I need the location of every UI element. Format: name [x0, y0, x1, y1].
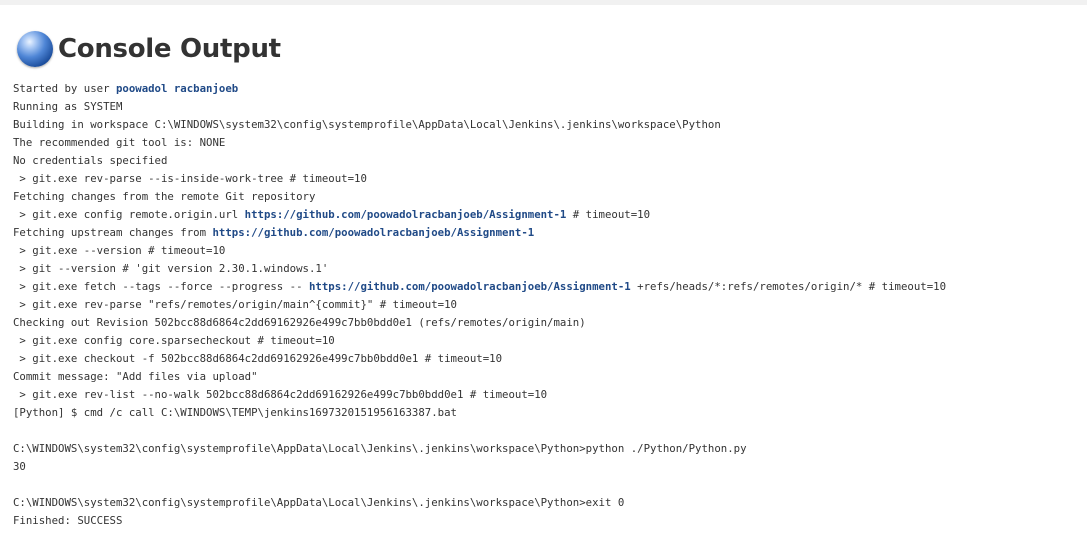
console-text: > git.exe rev-parse "refs/remotes/origin…: [13, 298, 457, 311]
console-text: The recommended git tool is: NONE: [13, 136, 226, 149]
console-text: Fetching upstream changes from: [13, 226, 213, 239]
console-line: > git --version # 'git version 2.30.1.wi…: [13, 260, 946, 278]
console-text: Running as SYSTEM: [13, 100, 123, 113]
console-link[interactable]: https://github.com/poowadolracbanjoeb/As…: [245, 208, 567, 221]
console-line: > git.exe config core.sparsecheckout # t…: [13, 332, 946, 350]
console-text: 30: [13, 460, 26, 473]
console-text: C:\WINDOWS\system32\config\systemprofile…: [13, 496, 625, 509]
console-text: Building in workspace C:\WINDOWS\system3…: [13, 118, 721, 131]
console-line: > git.exe config remote.origin.url https…: [13, 206, 946, 224]
console-link[interactable]: poowadol racbanjoeb: [116, 82, 238, 95]
console-text: > git.exe checkout -f 502bcc88d6864c2dd6…: [13, 352, 503, 365]
console-line: Building in workspace C:\WINDOWS\system3…: [13, 116, 946, 134]
console-line: > git.exe rev-list --no-walk 502bcc88d68…: [13, 386, 946, 404]
console-text: > git.exe fetch --tags --force --progres…: [13, 280, 309, 293]
console-text: Finished: SUCCESS: [13, 514, 123, 527]
console-text: Started by user: [13, 82, 116, 95]
console-line: Commit message: "Add files via upload": [13, 368, 946, 386]
console-line: Started by user poowadol racbanjoeb: [13, 80, 946, 98]
console-line: The recommended git tool is: NONE: [13, 134, 946, 152]
console-text: > git.exe rev-list --no-walk 502bcc88d68…: [13, 388, 548, 401]
console-line: > git.exe rev-parse "refs/remotes/origin…: [13, 296, 946, 314]
console-text: Checking out Revision 502bcc88d6864c2dd6…: [13, 316, 586, 329]
console-text: No credentials specified: [13, 154, 168, 167]
console-line: C:\WINDOWS\system32\config\systemprofile…: [13, 440, 946, 458]
console-text: > git --version # 'git version 2.30.1.wi…: [13, 262, 329, 275]
console-line: > git.exe fetch --tags --force --progres…: [13, 278, 946, 296]
console-line: > git.exe --version # timeout=10: [13, 242, 946, 260]
console-line: Finished: SUCCESS: [13, 512, 946, 530]
console-text: Fetching changes from the remote Git rep…: [13, 190, 316, 203]
page-title: Console Output: [58, 34, 281, 64]
console-line: > git.exe checkout -f 502bcc88d6864c2dd6…: [13, 350, 946, 368]
console-line: 30: [13, 458, 946, 476]
console-text: > git.exe rev-parse --is-inside-work-tre…: [13, 172, 367, 185]
console-line: C:\WINDOWS\system32\config\systemprofile…: [13, 494, 946, 512]
console-line: Running as SYSTEM: [13, 98, 946, 116]
console-text: Commit message: "Add files via upload": [13, 370, 258, 383]
console-text: > git.exe config core.sparsecheckout # t…: [13, 334, 335, 347]
console-line: No credentials specified: [13, 152, 946, 170]
console-text: > git.exe config remote.origin.url: [13, 208, 245, 221]
console-line: Checking out Revision 502bcc88d6864c2dd6…: [13, 314, 946, 332]
console-line: Fetching upstream changes from https://g…: [13, 224, 946, 242]
top-bar: [0, 0, 1087, 5]
console-line: > git.exe rev-parse --is-inside-work-tre…: [13, 170, 946, 188]
console-link[interactable]: https://github.com/poowadolracbanjoeb/As…: [309, 280, 631, 293]
console-text: # timeout=10: [566, 208, 651, 221]
console-line: Fetching changes from the remote Git rep…: [13, 188, 946, 206]
console-link[interactable]: https://github.com/poowadolracbanjoeb/As…: [212, 226, 534, 239]
page-header: Console Output: [17, 29, 281, 69]
console-line: [Python] $ cmd /c call C:\WINDOWS\TEMP\j…: [13, 404, 946, 422]
console-text: +refs/heads/*:refs/remotes/origin/* # ti…: [630, 280, 947, 293]
console-text: C:\WINDOWS\system32\config\systemprofile…: [13, 442, 747, 455]
console-text: > git.exe --version # timeout=10: [13, 244, 226, 257]
console-output: Started by user poowadol racbanjoeb Runni…: [13, 80, 946, 530]
blue-ball-icon: [17, 31, 53, 67]
console-text: [Python] $ cmd /c call C:\WINDOWS\TEMP\j…: [13, 406, 457, 419]
